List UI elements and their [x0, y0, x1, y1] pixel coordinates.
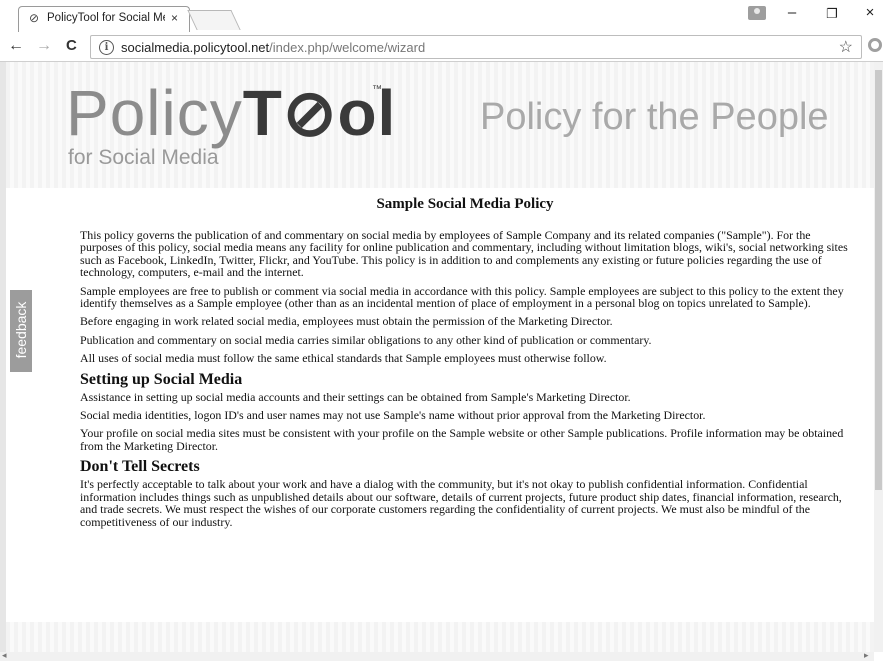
feedback-button[interactable]: feedback	[10, 290, 32, 372]
section-heading-secrets: Don't Tell Secrets	[80, 458, 200, 476]
browser-tab[interactable]: ⊘ PolicyTool for Social Med ×	[18, 6, 190, 32]
browser-toolbar: ← → C i socialmedia.policytool.net/index…	[0, 32, 883, 62]
policytool-favicon-icon: ⊘	[29, 11, 40, 25]
back-button[interactable]: ←	[8, 37, 24, 55]
section-paragraph: Social media identities, logon ID's and …	[80, 408, 706, 423]
intro-paragraph: This policy governs the publication of a…	[80, 228, 848, 280]
section-heading-setup: Setting up Social Media	[80, 370, 243, 388]
tab-title: PolicyTool for Social Med	[47, 12, 165, 24]
section-paragraph: It's perfectly acceptable to talk about …	[80, 477, 842, 529]
tab-strip: ⊘ PolicyTool for Social Med × – ❐ ×	[0, 0, 883, 32]
feedback-label: feedback	[13, 301, 29, 359]
intro-paragraph: All uses of social media must follow the…	[80, 351, 607, 366]
horizontal-scrollbar[interactable]: ◂ ▸	[0, 650, 874, 661]
site-tagline: Policy for the People	[480, 96, 829, 138]
close-window-button[interactable]: ×	[856, 4, 883, 21]
logo-subtitle: for Social Media	[68, 146, 219, 169]
minimize-button[interactable]: –	[778, 4, 806, 21]
intro-paragraph: Before engaging in work related social m…	[80, 314, 613, 329]
tab-close-icon[interactable]: ×	[171, 11, 178, 25]
intro-paragraph: Sample employees are free to publish or …	[80, 283, 844, 311]
vertical-scrollbar[interactable]	[874, 62, 883, 652]
extension-icon[interactable]	[868, 38, 882, 52]
reload-button[interactable]: C	[66, 37, 77, 54]
address-bar[interactable]: i socialmedia.policytool.net/index.php/w…	[90, 35, 862, 59]
vertical-scroll-thumb[interactable]	[875, 70, 882, 490]
trademark-mark: ™	[372, 84, 382, 95]
scroll-right-arrow-icon[interactable]: ▸	[864, 650, 869, 661]
section-paragraph: Assistance in setting up social media ac…	[80, 389, 631, 404]
policy-document: Sample Social Media Policy This policy g…	[80, 196, 850, 534]
restore-button[interactable]: ❐	[818, 6, 846, 22]
site-logo[interactable]: PolicyT⊘ol	[66, 76, 396, 151]
profile-icon[interactable]	[748, 6, 766, 20]
site-header: PolicyT⊘ol ™ for Social Media Policy for…	[6, 62, 874, 188]
intro-paragraph: Publication and commentary on social med…	[80, 332, 652, 347]
url-path: /index.php/welcome/wizard	[269, 40, 426, 55]
info-icon[interactable]: i	[99, 40, 114, 55]
bookmark-star-icon[interactable]: ☆	[839, 37, 853, 57]
url-text[interactable]: socialmedia.policytool.net/index.php/wel…	[121, 40, 425, 55]
section-paragraph: Your profile on social media sites must …	[80, 426, 844, 453]
forward-button[interactable]: →	[36, 37, 52, 55]
url-host: socialmedia.policytool.net	[121, 40, 270, 55]
page-footer-strip	[6, 622, 874, 652]
new-tab-button[interactable]	[187, 10, 241, 30]
page-viewport: PolicyT⊘ol ™ for Social Media Policy for…	[0, 62, 874, 652]
scroll-left-arrow-icon[interactable]: ◂	[2, 650, 7, 661]
logo-prefix: Policy	[66, 77, 243, 149]
document-title: Sample Social Media Policy	[376, 196, 554, 212]
